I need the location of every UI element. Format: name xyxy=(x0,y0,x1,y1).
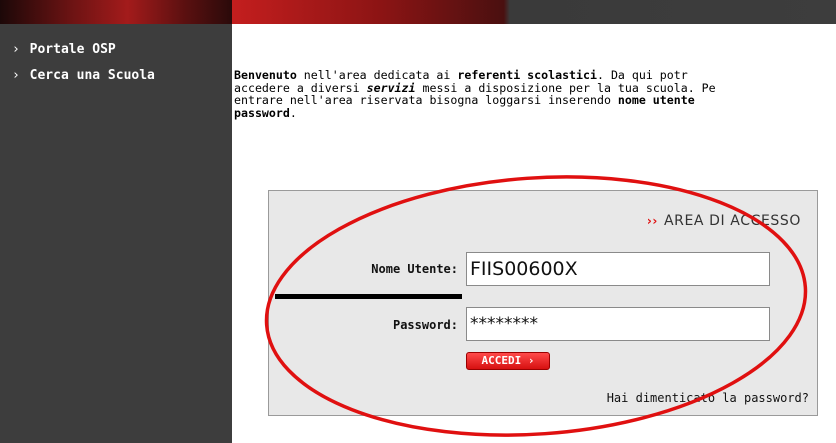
login-button[interactable]: ACCEDI › xyxy=(466,352,550,370)
password-label: Password: xyxy=(392,318,458,332)
chevron-right-icon: › xyxy=(12,68,20,83)
sidebar: › Portale OSP › Cerca una Scuola xyxy=(0,24,232,443)
header-banner-right xyxy=(232,0,836,24)
login-title-text: AREA DI ACCESSO xyxy=(663,213,801,229)
intro-text: Benvenuto nell'area dedicata ai referent… xyxy=(234,69,836,119)
intro-line: password. xyxy=(234,105,836,120)
password-input[interactable] xyxy=(466,307,770,341)
sidebar-item-cerca-scuola[interactable]: › Cerca una Scuola xyxy=(0,63,232,89)
text: . xyxy=(289,105,297,120)
sidebar-item-label: Cerca una Scuola xyxy=(29,68,155,83)
sidebar-item-label: Portale OSP xyxy=(29,42,116,57)
chevron-right-icon: › xyxy=(12,42,20,57)
username-label: Nome Utente: xyxy=(371,262,458,276)
sidebar-item-portale-osp[interactable]: › Portale OSP xyxy=(0,37,232,63)
bold-text: password xyxy=(234,105,290,120)
header-banner-left xyxy=(0,0,232,24)
username-input[interactable] xyxy=(466,252,770,286)
login-panel: ›› AREA DI ACCESSO Hai dimenticato la pas… xyxy=(268,190,818,416)
bold-text: nome utente xyxy=(617,93,695,108)
sidebar-menu: › Portale OSP › Cerca una Scuola xyxy=(0,37,232,89)
login-panel-title: ›› AREA DI ACCESSO xyxy=(647,213,801,229)
forgot-password-link[interactable]: Hai dimenticato la password? xyxy=(607,391,809,405)
chevron-right-icon: › xyxy=(527,354,535,367)
double-arrow-icon: ›› xyxy=(646,214,658,228)
login-button-label: ACCEDI xyxy=(481,354,522,367)
intro-line: entrare nell'area riservata bisogna logg… xyxy=(234,94,836,107)
redaction-bar xyxy=(275,294,462,299)
